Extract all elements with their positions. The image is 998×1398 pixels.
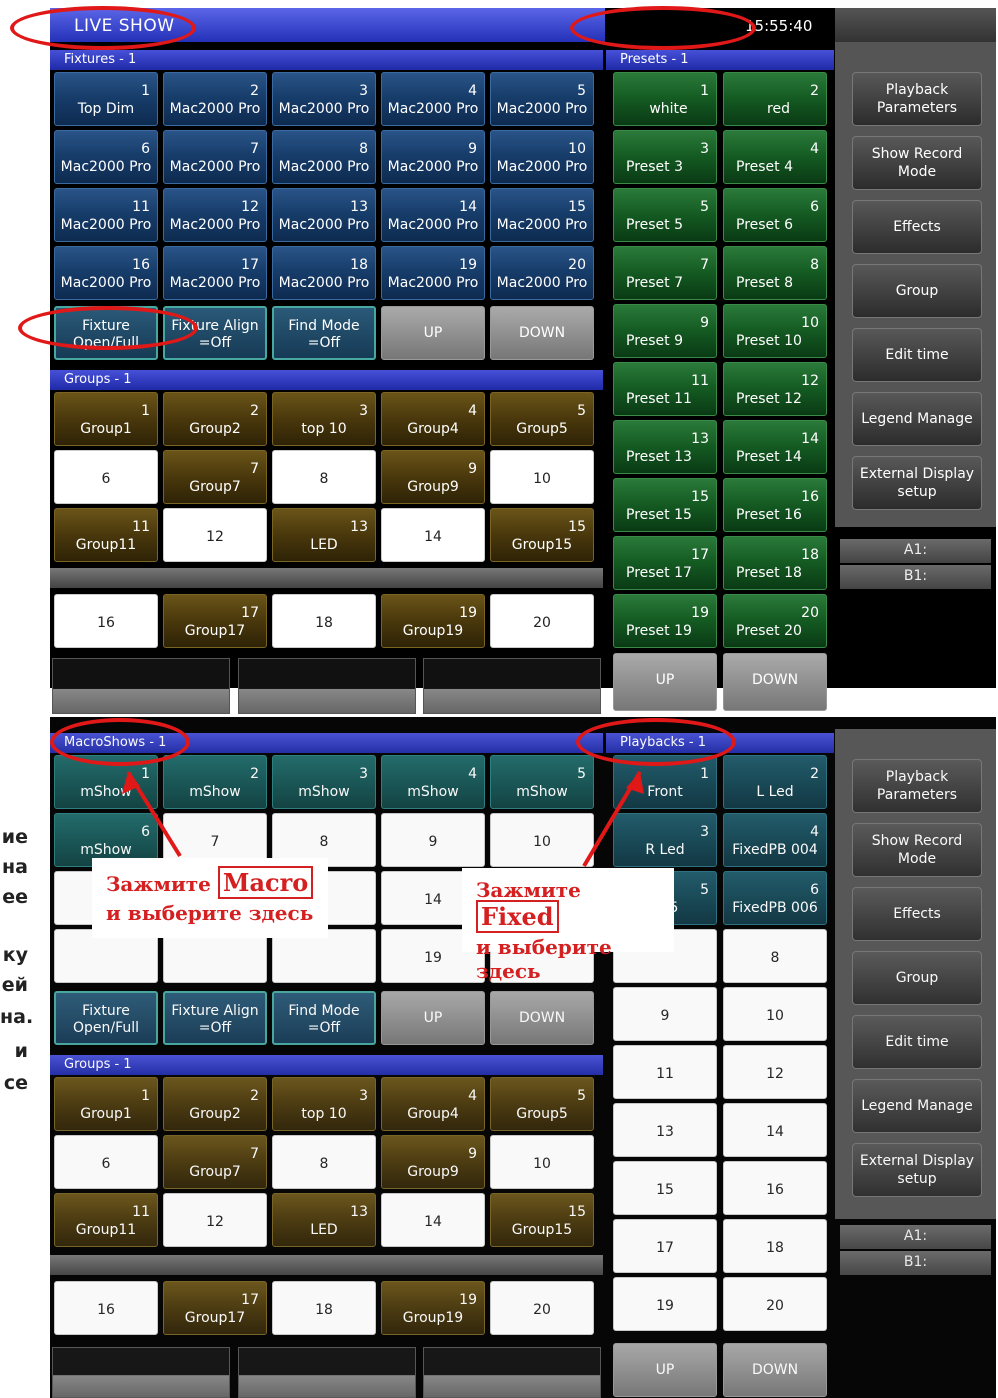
- highlight-ellipse-fixture: [18, 306, 198, 350]
- document-page: ие на ее ку ей на. и се LIVE SHOW 15:55:40 Fixt…: [0, 0, 998, 1398]
- highlight-ellipse-clock: [570, 6, 756, 50]
- highlight-ellipse-macro: [50, 718, 190, 766]
- highlight-ellipse-playbacks: [576, 718, 736, 766]
- highlight-ellipse-title: [10, 6, 196, 50]
- annotation-arrows: [122, 770, 644, 868]
